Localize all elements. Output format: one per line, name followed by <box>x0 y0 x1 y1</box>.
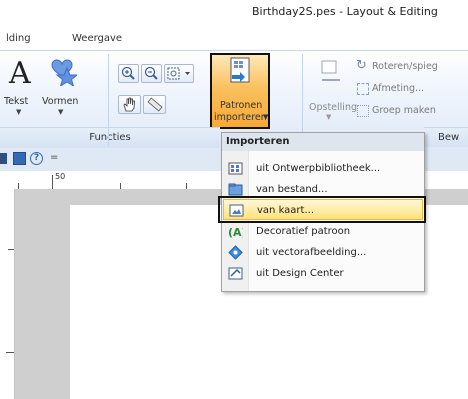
menu-item-ontwerpbibliotheek[interactable]: uit Ontwerpbibliotheek... <box>223 158 423 179</box>
afmeting-button[interactable]: Afmeting... <box>356 82 468 98</box>
ribbon-separator <box>108 54 109 146</box>
menu-item-vectorafbeelding[interactable]: uit vectorafbeelding... <box>223 242 423 263</box>
menu-item-label: van kaart... <box>257 205 315 216</box>
groep-label: Groep maken <box>372 105 436 116</box>
help-icon[interactable]: ? <box>30 152 43 165</box>
tekst-label: Tekst <box>4 96 29 107</box>
arrange-icon <box>321 60 340 81</box>
text-a-icon: A <box>9 56 31 91</box>
chevron-down-icon: ▼ <box>263 113 269 121</box>
zoom-fit-button[interactable] <box>164 64 194 83</box>
menu-item-van-kaart[interactable]: van kaart... <box>223 199 423 220</box>
menu-item-design-center[interactable]: uit Design Center <box>223 263 423 284</box>
ruler-tick <box>52 175 53 189</box>
functies-group-label: Functies <box>0 127 220 148</box>
window-title: Birthday2S.pes - Layout & Editing <box>252 5 438 18</box>
measure-button[interactable] <box>143 95 166 114</box>
vormen-label: Vormen <box>42 96 79 107</box>
zoom-fit-icon <box>167 67 190 80</box>
rotate-icon: ↻ <box>356 58 367 73</box>
resize-icon <box>357 83 369 95</box>
menu-item-label: Decoratief patroon <box>256 226 351 237</box>
hand-icon <box>123 97 135 112</box>
ruler-tick <box>6 352 14 353</box>
groep-maken-button[interactable]: Groep maken <box>356 104 468 120</box>
tab-weergave[interactable]: Weergave <box>72 33 122 44</box>
title-bar: Birthday2S.pes - Layout & Editing <box>0 0 468 26</box>
zoom-in-button[interactable] <box>118 64 139 83</box>
menu-item-label: uit vectorafbeelding... <box>256 247 367 258</box>
roteren-label: Roteren/spieg <box>372 61 438 72</box>
ruler-icon <box>147 97 163 112</box>
menu-item-label: uit Ontwerpbibliotheek... <box>256 163 381 174</box>
chevron-down-icon: ▼ <box>326 113 332 121</box>
group-icon <box>357 105 369 117</box>
import-menu-header: Importeren <box>222 133 424 151</box>
menu-item-decoratief-patroon[interactable]: (A) Decoratief patroon <box>223 221 423 242</box>
layout-icon[interactable] <box>13 152 26 165</box>
bewerken-group-label: Bew <box>424 127 468 147</box>
patronen-importeren-button[interactable]: Patronen importeren ▼ <box>210 53 270 129</box>
menu-item-label: uit Design Center <box>256 268 344 279</box>
customize-toolbar-icon[interactable]: = <box>50 152 58 163</box>
afmeting-label: Afmeting... <box>372 83 425 94</box>
zoom-out-icon <box>144 66 158 80</box>
svg-text:(A): (A) <box>228 226 243 239</box>
window-icon[interactable] <box>0 153 7 164</box>
folder-icon <box>228 183 243 196</box>
import-pattern-icon <box>230 57 250 83</box>
vector-image-icon <box>228 245 243 260</box>
ruler-mark-50: 50 <box>55 172 66 181</box>
vormen-button[interactable]: Vormen ▼ <box>40 56 84 124</box>
zoom-out-button[interactable] <box>141 64 162 83</box>
library-icon <box>228 162 243 175</box>
chevron-down-icon: ▼ <box>16 108 22 116</box>
star-heart-icon <box>51 59 77 86</box>
roteren-button[interactable]: ↻ Roteren/spieg <box>356 58 468 76</box>
decorative-pattern-icon: (A) <box>228 226 243 239</box>
opstelling-label: Opstelling <box>309 102 357 113</box>
pan-button[interactable] <box>118 95 141 114</box>
tab-bewerking[interactable]: lding <box>6 33 31 44</box>
design-center-icon <box>228 267 243 280</box>
ribbon-tab-row: lding Weergave <box>0 26 468 52</box>
chevron-down-icon: ▼ <box>58 108 64 116</box>
tekst-button[interactable]: A Tekst ▼ <box>2 56 40 124</box>
opstelling-button[interactable]: Opstelling ▼ <box>308 56 357 124</box>
patronen-label-line1: Patronen <box>220 100 263 111</box>
import-menu: Importeren uit Ontwerpbibliotheek... van… <box>218 132 426 292</box>
vertical-ruler <box>0 189 15 399</box>
zoom-in-icon <box>121 66 135 80</box>
patronen-label-line2: importeren <box>214 112 267 123</box>
card-icon <box>229 204 244 217</box>
ruler-tick <box>8 249 14 250</box>
